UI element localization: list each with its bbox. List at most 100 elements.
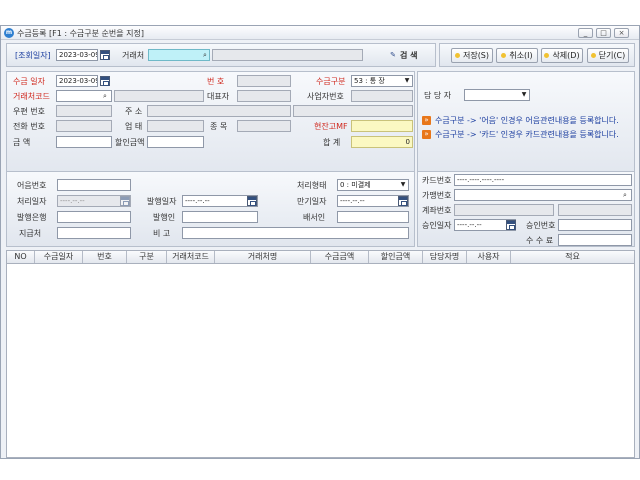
column-header[interactable]: NO	[7, 251, 35, 263]
calendar-icon[interactable]	[100, 50, 110, 60]
note-card: » 수금구분 -> '카드' 인경우 카드관련내용을 등록합니다.	[422, 130, 619, 140]
manager-select[interactable]: ▼	[464, 89, 530, 101]
column-header[interactable]: 수금금액	[311, 251, 369, 263]
minimize-icon[interactable]: _	[578, 28, 593, 38]
endorser-label: 배서인	[303, 213, 326, 222]
bill-no-label: 어음번호	[17, 181, 47, 190]
process-type-select[interactable]: 0 : 미결제 ▼	[337, 179, 409, 191]
window-title: 수금등록 [F1 : 수금구분 순번을 지정]	[17, 29, 145, 38]
note-bill: » 수금구분 -> '어음' 인경우 어음관련내용을 등록합니다.	[422, 116, 619, 126]
calendar-icon[interactable]	[506, 220, 516, 230]
search-client-name	[212, 49, 363, 61]
column-header[interactable]: 담당자명	[423, 251, 467, 263]
account-name-display	[558, 204, 632, 216]
item-label: 종 목	[210, 122, 228, 131]
balance-display	[351, 120, 413, 132]
save-button[interactable]: 저장(S)	[451, 48, 493, 63]
column-header[interactable]: 거래처코드	[167, 251, 215, 263]
close-button[interactable]: 닫기(C)	[587, 48, 629, 63]
close-icon[interactable]: ×	[614, 28, 629, 38]
phone-label: 전화 번호	[13, 122, 45, 131]
bank-input[interactable]	[57, 211, 131, 223]
search-button[interactable]: 검 색	[400, 51, 418, 61]
merchant-input[interactable]	[454, 189, 632, 201]
close-button-icon	[590, 53, 596, 58]
bizno-display	[351, 90, 413, 102]
column-header[interactable]: 할인금액	[369, 251, 423, 263]
collect-date-input[interactable]: 2023-03-09	[56, 75, 98, 87]
collect-type-select[interactable]: 53 : 통 장 ▼	[351, 75, 413, 87]
number-label: 번 호	[207, 77, 225, 86]
bill-no-input[interactable]	[57, 179, 131, 191]
approve-no-label: 승인번호	[526, 221, 556, 230]
search-date-label: [조회일자]	[15, 51, 51, 60]
search-client-label: 거래처	[122, 51, 145, 60]
number-input	[237, 75, 291, 87]
account-label: 계좌번호	[422, 206, 452, 215]
pencil-icon[interactable]: ✎	[388, 50, 398, 60]
memo-input[interactable]	[182, 227, 409, 239]
place-label: 지급처	[19, 229, 42, 238]
discount-input[interactable]	[147, 136, 204, 148]
collection-entry-window: m 수금등록 [F1 : 수금구분 순번을 지정] _ □ × [조회일자] 2…	[0, 25, 640, 459]
process-type-label: 처리형태	[297, 181, 327, 190]
chevron-down-icon: ▼	[400, 181, 406, 188]
approve-no-input[interactable]	[558, 219, 632, 231]
magnifier-icon[interactable]: ⌕	[200, 50, 210, 60]
address-display	[147, 105, 291, 117]
chevron-down-icon: ▼	[521, 91, 527, 98]
issuer-label: 발행인	[153, 213, 176, 222]
maximize-icon[interactable]: □	[596, 28, 611, 38]
rep-label: 대표자	[207, 92, 230, 101]
zip-label: 우편 번호	[13, 107, 45, 116]
merchant-label: 가맹번호	[422, 191, 452, 200]
column-header[interactable]: 수금일자	[35, 251, 83, 263]
delete-button[interactable]: 삭제(D)	[541, 48, 583, 63]
collection-form-panel: 수금 일자 2023-03-09 번 호 수금구분 53 : 통 장 ▼ 거래처코…	[6, 71, 415, 179]
balance-label: 현잔고MF	[314, 122, 348, 131]
column-header[interactable]: 거래처명	[215, 251, 311, 263]
card-panel: 카드번호 ----.----.----.---- 가맹번호 ⌕ 계좌번호 승인일…	[417, 171, 635, 247]
save-icon	[454, 53, 460, 58]
address-label: 주 소	[125, 107, 143, 116]
search-date-input[interactable]: 2023-03-09	[56, 49, 98, 61]
column-header[interactable]: 적요	[511, 251, 634, 263]
arrow-right-icon: »	[422, 130, 431, 139]
chevron-down-icon: ▼	[404, 77, 410, 84]
bill-panel: 어음번호 처리형태 0 : 미결제 ▼ 처리일자 ----.--.-- 발행일자 …	[6, 171, 415, 247]
calendar-icon[interactable]	[398, 196, 408, 206]
column-header[interactable]: 사용자	[467, 251, 511, 263]
issuer-input[interactable]	[182, 211, 258, 223]
discount-label: 할인금액	[115, 138, 145, 147]
fee-input[interactable]	[558, 234, 632, 246]
app-icon: m	[4, 28, 14, 38]
collect-type-label: 수금구분	[316, 77, 346, 86]
phone-display	[56, 120, 112, 132]
memo-label: 비 고	[153, 229, 171, 238]
client-name-display	[114, 90, 204, 102]
card-no-input[interactable]: ----.----.----.----	[454, 174, 632, 186]
magnifier-icon[interactable]: ⌕	[620, 190, 630, 200]
calendar-icon[interactable]	[247, 196, 257, 206]
collection-grid-body[interactable]	[6, 264, 635, 458]
total-label: 합 계	[323, 138, 341, 147]
place-input[interactable]	[57, 227, 131, 239]
item-display	[237, 120, 291, 132]
amount-input[interactable]	[56, 136, 112, 148]
calendar-icon[interactable]	[100, 76, 110, 86]
cancel-icon	[501, 53, 507, 58]
collect-date-label: 수금 일자	[13, 77, 45, 86]
arrow-right-icon: »	[422, 116, 431, 125]
delete-icon	[544, 53, 550, 58]
magnifier-icon[interactable]: ⌕	[100, 91, 110, 101]
column-header[interactable]: 구분	[127, 251, 167, 263]
calendar-icon[interactable]	[120, 196, 130, 206]
client-code-label: 거래처코드	[13, 92, 50, 101]
endorser-input[interactable]	[337, 211, 409, 223]
cancel-button[interactable]: 취소(I)	[496, 48, 538, 63]
biztype-display	[147, 120, 204, 132]
fee-label: 수 수 료	[526, 236, 554, 245]
issue-date-label: 발행일자	[147, 197, 177, 206]
card-no-label: 카드번호	[422, 176, 452, 185]
column-header[interactable]: 번호	[83, 251, 127, 263]
